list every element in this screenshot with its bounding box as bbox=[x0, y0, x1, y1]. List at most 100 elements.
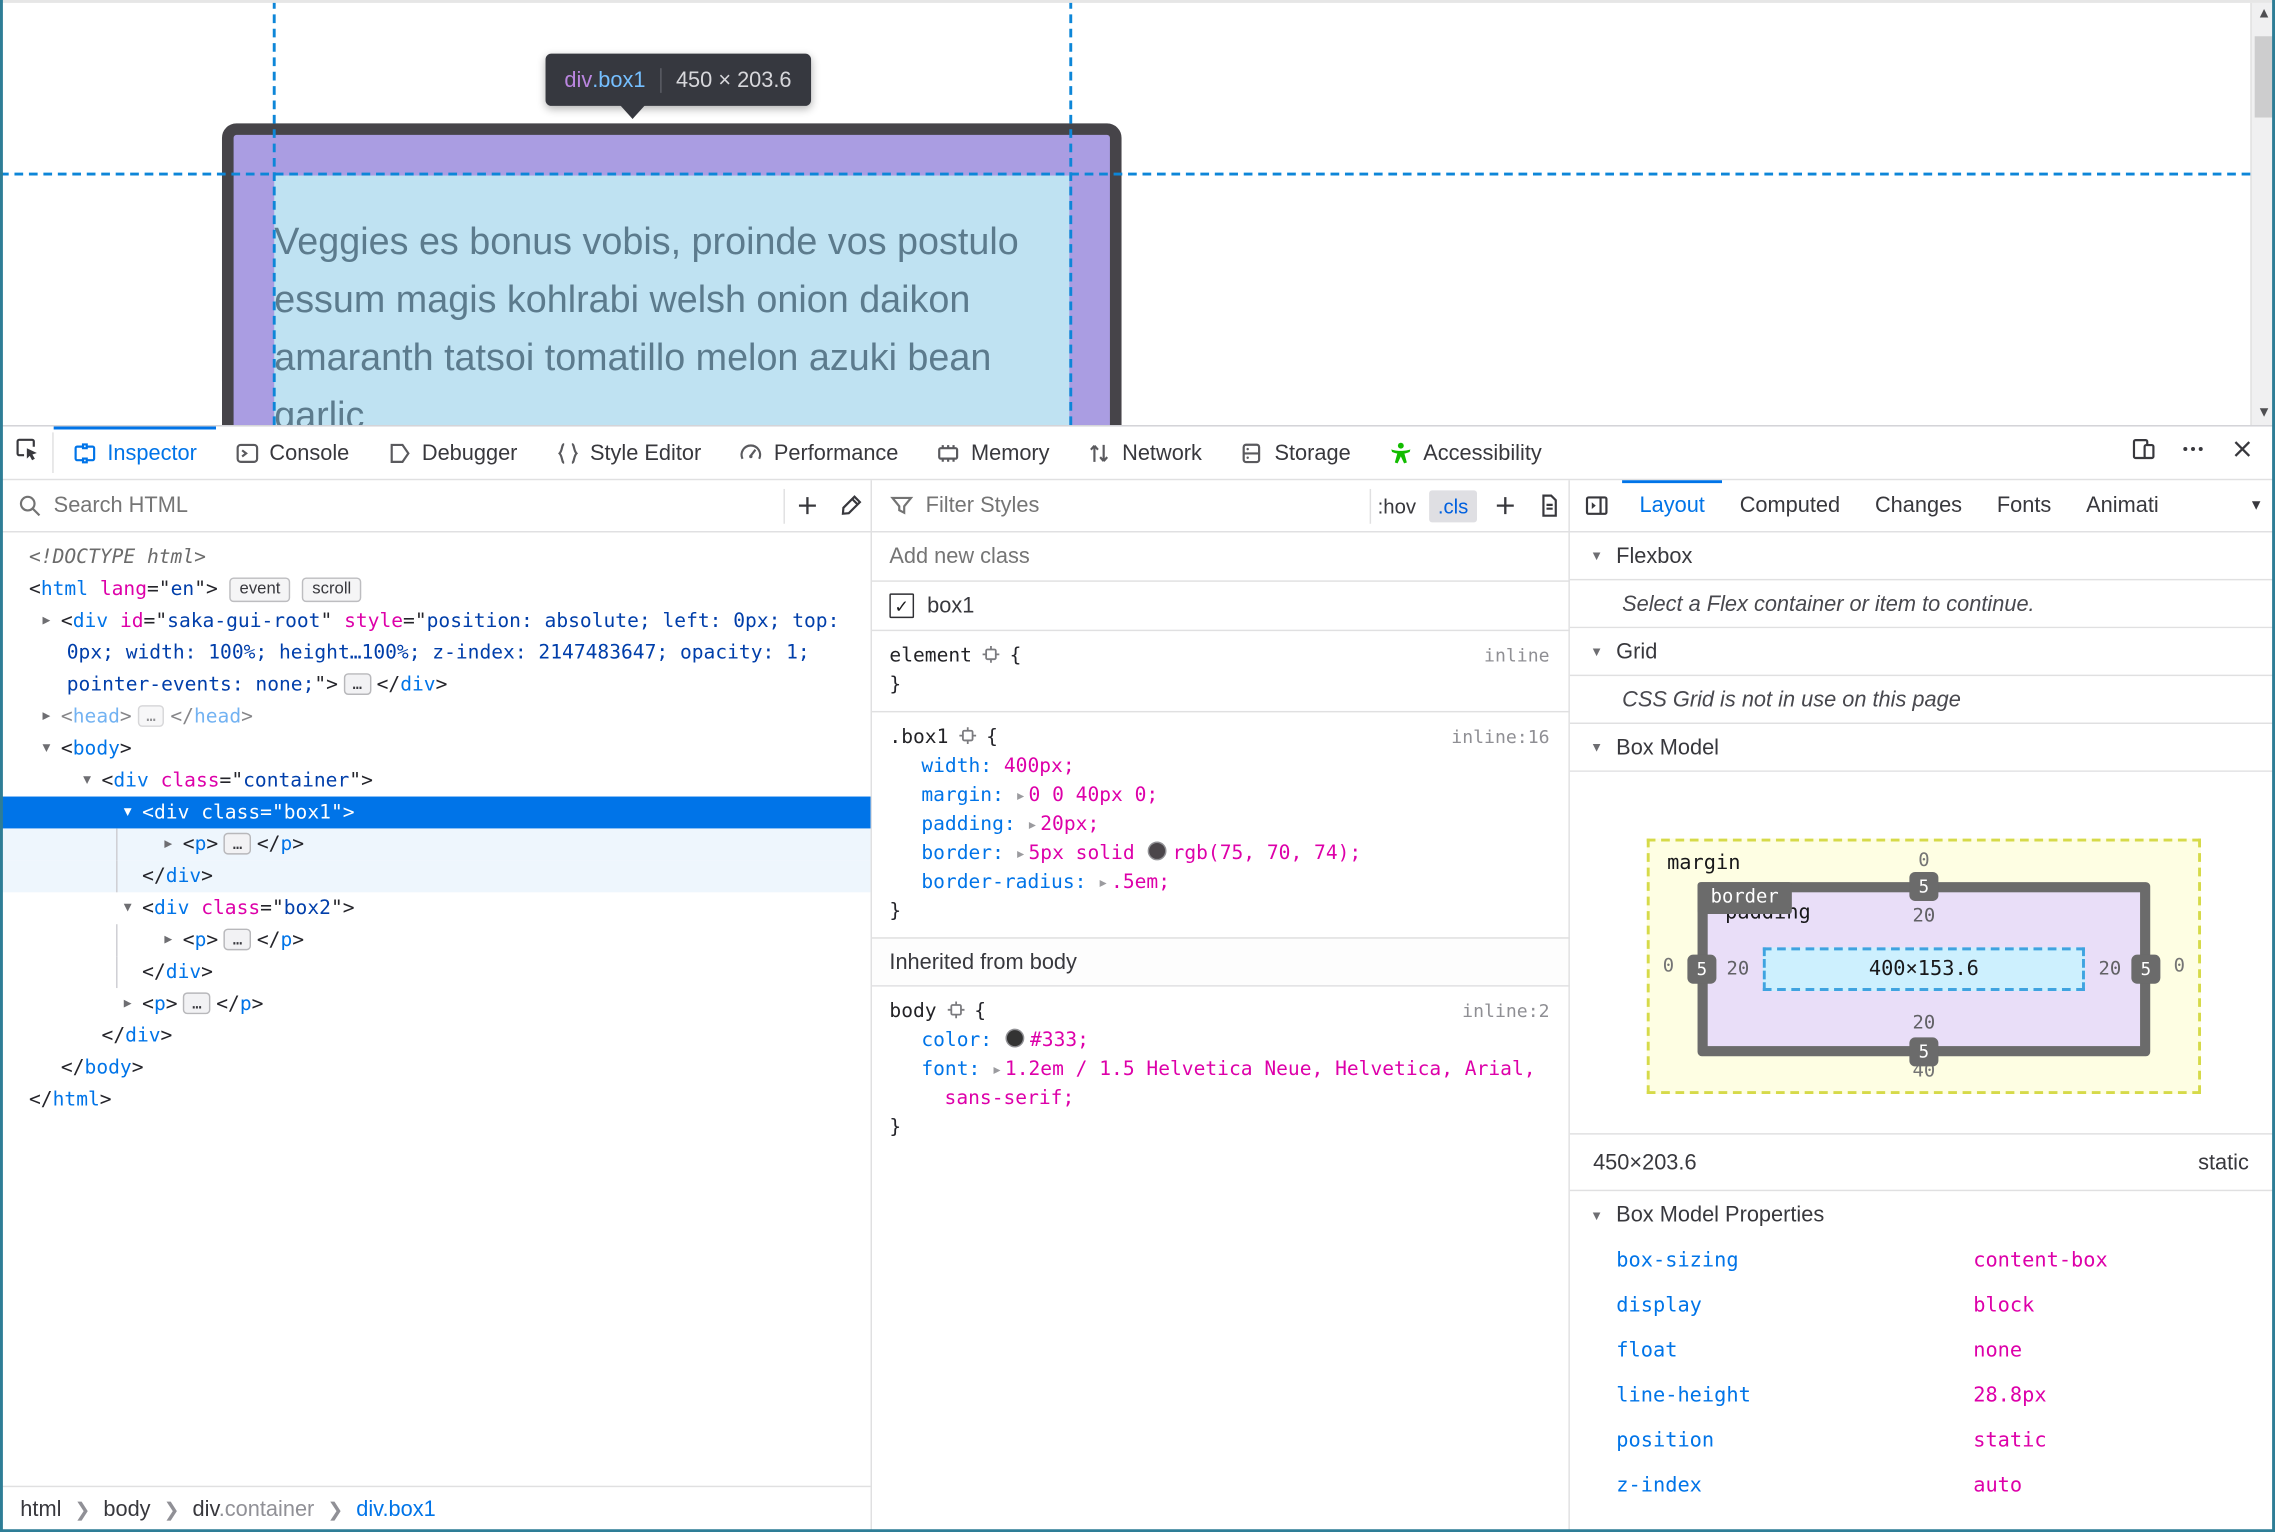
markup-line[interactable]: </div> bbox=[0, 956, 872, 989]
markup-line[interactable]: ▶ <head>… </head> bbox=[0, 701, 872, 733]
class-panel-toggle[interactable]: .cls bbox=[1429, 489, 1478, 522]
breadcrumb-item[interactable]: div.box1 bbox=[356, 1497, 435, 1522]
padding-top-value[interactable]: 20 bbox=[1913, 905, 1936, 927]
twisty-icon[interactable]: ▶ bbox=[38, 605, 55, 637]
markup-line[interactable]: <html lang="en"> event scroll bbox=[0, 573, 872, 605]
eyedropper-button[interactable] bbox=[828, 480, 872, 531]
twisty-icon[interactable]: ▼ bbox=[78, 765, 95, 797]
close-button[interactable] bbox=[2217, 427, 2266, 479]
inline-ellipsis[interactable]: … bbox=[224, 832, 252, 855]
padding-bottom-value[interactable]: 20 bbox=[1913, 1013, 1936, 1035]
tabs-overflow-dropdown[interactable]: ▼ bbox=[2249, 480, 2275, 531]
border-right-value[interactable]: 5 bbox=[2131, 954, 2161, 984]
grid-section-header[interactable]: ▼ Grid bbox=[1569, 628, 2275, 677]
search-input[interactable]: Search HTML bbox=[54, 493, 784, 518]
twisty-icon[interactable]: ▼ bbox=[119, 797, 136, 829]
property-name[interactable]: line-height bbox=[1616, 1374, 1751, 1419]
class-checkbox[interactable]: ✓ bbox=[889, 593, 915, 619]
tab-debugger[interactable]: Debugger bbox=[368, 427, 536, 479]
badge-scroll[interactable]: scroll bbox=[302, 577, 362, 603]
markup-line[interactable]: ▶ <p>… </p> bbox=[0, 988, 872, 1020]
css-declaration[interactable]: padding: ▶ 20px; bbox=[889, 810, 1552, 839]
sidebar-toggle-icon[interactable] bbox=[1570, 480, 1622, 531]
responsive-button[interactable] bbox=[2118, 427, 2167, 479]
tab-performance[interactable]: Performance bbox=[720, 427, 917, 479]
property-name[interactable]: display bbox=[1616, 1284, 1702, 1329]
breadcrumb-item[interactable]: body bbox=[103, 1497, 150, 1522]
box-model-border-layer[interactable]: border 5 5 5 5 padding 20 20 20 20 400×1… bbox=[1687, 871, 2161, 1067]
property-name[interactable]: box-sizing bbox=[1616, 1239, 1738, 1284]
breadcrumb-item[interactable]: div.container bbox=[193, 1497, 315, 1522]
pane-separator-right[interactable] bbox=[1568, 480, 1570, 1532]
markup-line[interactable]: </div> bbox=[0, 1020, 872, 1052]
rule-selector[interactable]: .box1 bbox=[889, 725, 948, 748]
scrollbar-thumb[interactable] bbox=[2254, 36, 2274, 118]
margin-right-value[interactable]: 0 bbox=[2174, 955, 2185, 977]
property-name[interactable]: z-index bbox=[1616, 1464, 1702, 1509]
border-left-value[interactable]: 5 bbox=[1687, 954, 1717, 984]
markup-line[interactable]: ▼ <div class="box2"> bbox=[0, 892, 872, 924]
markup-line[interactable]: ▶ <p>… </p> bbox=[0, 828, 872, 861]
twisty-icon[interactable]: ▶ bbox=[160, 828, 177, 860]
markup-line[interactable]: pointer-events: none;">… </div> bbox=[0, 669, 872, 701]
sidebar-tab-computed[interactable]: Computed bbox=[1722, 480, 1857, 531]
selector-highlighter-icon[interactable] bbox=[981, 644, 1001, 673]
border-bottom-value[interactable]: 5 bbox=[1909, 1037, 1939, 1067]
property-name[interactable]: float bbox=[1616, 1329, 1677, 1374]
rule-source-link[interactable]: inline:16 bbox=[1451, 723, 1549, 752]
css-declaration[interactable]: border-radius: ▶ .5em; bbox=[889, 868, 1552, 897]
color-swatch[interactable] bbox=[1147, 841, 1167, 861]
twisty-icon[interactable]: ▼ bbox=[119, 892, 136, 924]
add-new-class-input[interactable]: Add new class bbox=[871, 532, 1570, 582]
margin-left-value[interactable]: 0 bbox=[1663, 955, 1674, 977]
padding-left-value[interactable]: 20 bbox=[1727, 958, 1750, 980]
markup-line[interactable]: ▶ <div id="saka-gui-root" style="position… bbox=[0, 605, 872, 637]
node-picker-button[interactable] bbox=[0, 427, 52, 479]
expand-arrow-icon[interactable]: ▶ bbox=[994, 1064, 1001, 1077]
tab-memory[interactable]: Memory bbox=[917, 427, 1068, 479]
twisty-icon[interactable]: ▶ bbox=[119, 988, 136, 1020]
filter-styles-input[interactable]: Filter Styles bbox=[926, 493, 1369, 518]
selector-highlighter-icon[interactable] bbox=[957, 725, 977, 754]
css-declaration[interactable]: font: ▶ 1.2em / 1.5 Helvetica Neue, Helve… bbox=[889, 1055, 1552, 1084]
sidebar-tab-animati[interactable]: Animati bbox=[2069, 480, 2176, 531]
css-declaration[interactable]: color: #333; bbox=[889, 1026, 1552, 1055]
markup-line[interactable]: </div> bbox=[0, 860, 872, 893]
rule-selector[interactable]: element bbox=[889, 644, 972, 667]
breadcrumb-item[interactable]: html bbox=[20, 1497, 61, 1522]
pane-separator-left[interactable] bbox=[870, 480, 872, 1532]
markup-line[interactable]: </html> bbox=[0, 1084, 872, 1116]
markup-line[interactable]: 0px; width: 100%; height…100%; z-index: … bbox=[0, 637, 872, 669]
tab-accessibility[interactable]: Accessibility bbox=[1370, 427, 1561, 479]
badge-event[interactable]: event bbox=[229, 577, 291, 603]
add-node-button[interactable] bbox=[785, 480, 829, 531]
tab-console[interactable]: Console bbox=[216, 427, 368, 479]
css-declaration[interactable]: border: ▶ 5px solid rgb(75, 70, 74); bbox=[889, 839, 1552, 868]
expand-arrow-icon[interactable]: ▶ bbox=[1100, 876, 1107, 889]
add-rule-button[interactable] bbox=[1483, 480, 1527, 531]
css-declaration[interactable]: width: 400px; bbox=[889, 752, 1552, 781]
box-model-properties-header[interactable]: ▼ Box Model Properties bbox=[1569, 1189, 2275, 1239]
rule-source-link[interactable]: inline bbox=[1484, 641, 1550, 670]
tab-storage[interactable]: Storage bbox=[1221, 427, 1370, 479]
selector-highlighter-icon[interactable] bbox=[945, 1000, 965, 1029]
markup-line[interactable]: ▼ <div class="container"> bbox=[0, 765, 872, 797]
rule-source-link[interactable]: inline:2 bbox=[1462, 997, 1549, 1026]
print-simulation-button[interactable] bbox=[1526, 480, 1570, 531]
box-model-section-header[interactable]: ▼ Box Model bbox=[1569, 723, 2275, 772]
markup-line[interactable]: ▼ <div class="box1"> bbox=[0, 796, 872, 829]
flexbox-section-header[interactable]: ▼ Flexbox bbox=[1569, 532, 2275, 581]
markup-line[interactable]: <!DOCTYPE html> bbox=[0, 541, 872, 573]
markup-line[interactable]: ▶ <p>… </p> bbox=[0, 924, 872, 957]
tab-network[interactable]: Network bbox=[1068, 427, 1220, 479]
padding-right-value[interactable]: 20 bbox=[2098, 958, 2121, 980]
box-model-padding-layer[interactable]: padding 20 20 20 20 400×153.6 bbox=[1707, 892, 2141, 1047]
sidebar-tab-changes[interactable]: Changes bbox=[1858, 480, 1980, 531]
rule-selector[interactable]: body bbox=[889, 1000, 936, 1023]
box-model-margin-layer[interactable]: margin 0 40 0 0 border 5 5 5 5 padding 2… bbox=[1646, 838, 2202, 1094]
twisty-icon[interactable]: ▼ bbox=[38, 733, 55, 765]
inline-ellipsis[interactable]: … bbox=[343, 673, 371, 695]
markup-line[interactable]: ▼ <body> bbox=[0, 733, 872, 765]
expand-arrow-icon[interactable]: ▶ bbox=[1017, 847, 1024, 860]
menu-button[interactable] bbox=[2168, 427, 2217, 479]
